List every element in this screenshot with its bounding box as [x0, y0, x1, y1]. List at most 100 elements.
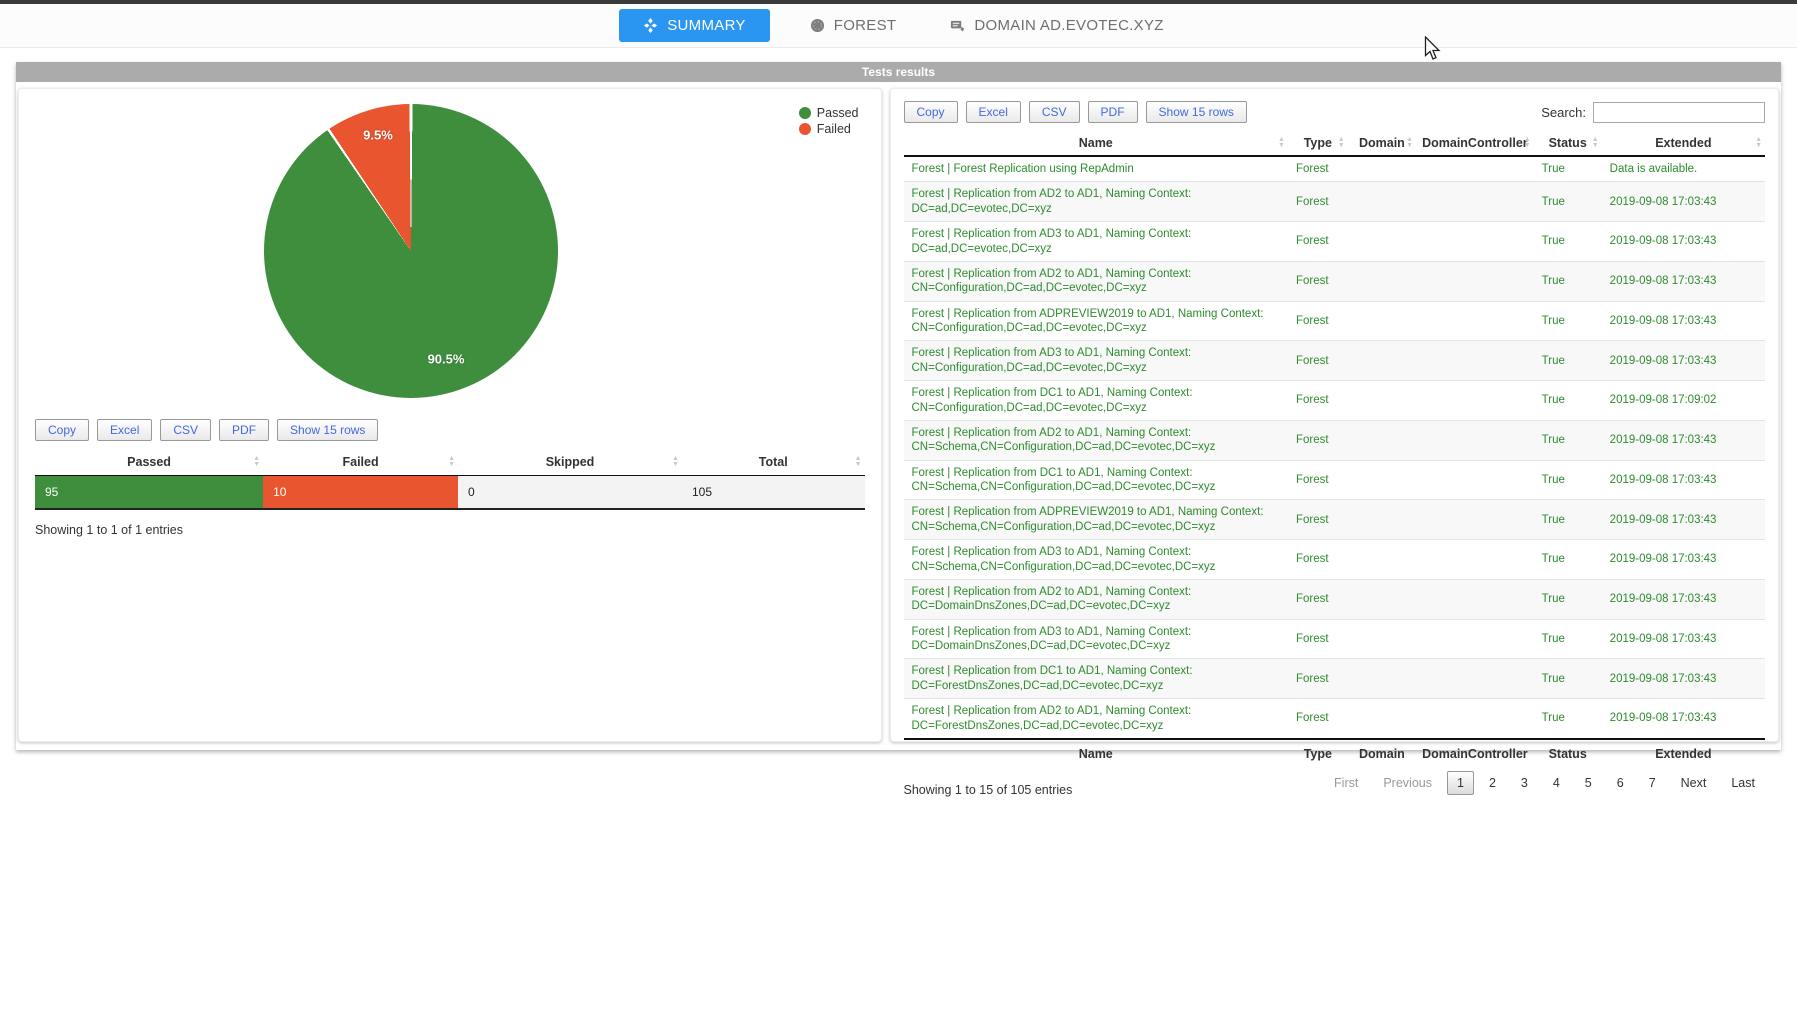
summary-table-row: 95100105 — [35, 476, 865, 510]
table-row: Forest | Replication from DC1 to AD1, Na… — [904, 381, 1766, 421]
copy-button[interactable]: Copy — [904, 101, 958, 123]
type-cell: Forest — [1288, 619, 1348, 659]
passed-count-cell: 95 — [35, 476, 263, 510]
status-cell: True — [1534, 460, 1602, 500]
column-header-extended[interactable]: Extended▲▼ — [1602, 131, 1765, 156]
domain-controller-cell — [1416, 699, 1534, 739]
summary-table-block: CopyExcelCSVPDFShow 15 rows Passed▲▼Fail… — [35, 419, 865, 537]
name-cell: Forest | Replication from DC1 to AD1, Na… — [904, 659, 1288, 699]
footer-header-extended: Extended — [1602, 739, 1765, 768]
copy-button[interactable]: Copy — [35, 419, 89, 441]
table-row: Forest | Replication from AD3 to AD1, Na… — [904, 540, 1766, 580]
column-header-type[interactable]: Type▲▼ — [1288, 131, 1348, 156]
name-cell: Forest | Replication from DC1 to AD1, Na… — [904, 460, 1288, 500]
column-header-status[interactable]: Status▲▼ — [1534, 131, 1602, 156]
footer-header-domaincontroller: DomainController — [1416, 739, 1534, 768]
pagination-next[interactable]: Next — [1671, 771, 1717, 795]
pie-slice-label-failed: 9.5% — [363, 128, 393, 143]
pagination-page-6[interactable]: 6 — [1607, 771, 1634, 795]
name-cell: Forest | Replication from AD3 to AD1, Na… — [904, 619, 1288, 659]
sort-desc-icon: ▼ — [1524, 143, 1531, 149]
show-15-rows-button[interactable]: Show 15 rows — [1146, 101, 1247, 123]
extended-cell: 2019-09-08 17:03:43 — [1602, 341, 1765, 381]
column-header-label: Skipped — [546, 455, 595, 469]
tab-summary[interactable]: SUMMARY — [619, 9, 770, 42]
pagination-page-3[interactable]: 3 — [1511, 771, 1538, 795]
domain-cell — [1348, 182, 1416, 222]
column-header-total[interactable]: Total▲▼ — [682, 449, 865, 476]
results-table: Name▲▼Type▲▼Domain▲▼DomainController▲▼St… — [904, 131, 1766, 768]
excel-button[interactable]: Excel — [97, 419, 152, 441]
pdf-button[interactable]: PDF — [219, 419, 269, 441]
status-cell: True — [1534, 579, 1602, 619]
sort-arrows-icon: ▲▼ — [253, 456, 260, 468]
extended-cell: Data is available. — [1602, 156, 1765, 182]
sort-arrows-icon: ▲▼ — [855, 456, 862, 468]
summary-panel: PassedFailed 9.5% 90.5% CopyExcelCSVPDFS… — [18, 88, 882, 742]
pagination-page-1[interactable]: 1 — [1447, 771, 1474, 795]
pagination-page-7[interactable]: 7 — [1639, 771, 1666, 795]
type-cell: Forest — [1288, 659, 1348, 699]
domain-controller-cell — [1416, 182, 1534, 222]
tab-bar: SUMMARY FOREST DOMAIN AD.EVOTEC.XYZ — [619, 9, 1178, 42]
column-header-skipped[interactable]: Skipped▲▼ — [458, 449, 682, 476]
name-cell: Forest | Replication from AD2 to AD1, Na… — [904, 261, 1288, 301]
status-cell: True — [1534, 540, 1602, 580]
csv-button[interactable]: CSV — [160, 419, 211, 441]
tab-domain-ad-evotec-xyz[interactable]: DOMAIN AD.EVOTEC.XYZ — [936, 9, 1177, 42]
column-header-label: Failed — [343, 455, 379, 469]
excel-button[interactable]: Excel — [966, 101, 1021, 123]
domain-controller-cell — [1416, 381, 1534, 421]
column-header-label: Status — [1549, 136, 1587, 150]
column-header-domaincontroller[interactable]: DomainController▲▼ — [1416, 131, 1534, 156]
domain-cell — [1348, 420, 1416, 460]
pagination-previous[interactable]: Previous — [1373, 771, 1442, 795]
extended-cell: 2019-09-08 17:03:43 — [1602, 659, 1765, 699]
type-cell: Forest — [1288, 301, 1348, 341]
type-cell: Forest — [1288, 420, 1348, 460]
pagination-last[interactable]: Last — [1721, 771, 1765, 795]
pdf-button[interactable]: PDF — [1088, 101, 1138, 123]
column-header-domain[interactable]: Domain▲▼ — [1348, 131, 1416, 156]
pagination-page-4[interactable]: 4 — [1543, 771, 1570, 795]
table-row: Forest | Replication from AD2 to AD1, Na… — [904, 579, 1766, 619]
results-panel: Copy Excel CSV PDF Show 15 rows Search: Name… — [890, 88, 1780, 742]
domain-controller-cell — [1416, 619, 1534, 659]
status-cell: True — [1534, 301, 1602, 341]
status-cell: True — [1534, 341, 1602, 381]
table-row: Forest | Replication from AD2 to AD1, Na… — [904, 182, 1766, 222]
column-header-label: Name — [1079, 136, 1113, 150]
show-15-rows-button[interactable]: Show 15 rows — [277, 419, 378, 441]
legend-dot-icon — [799, 107, 811, 119]
name-cell: Forest | Replication from DC1 to AD1, Na… — [904, 381, 1288, 421]
status-cell: True — [1534, 156, 1602, 182]
pagination-page-5[interactable]: 5 — [1575, 771, 1602, 795]
domain-controller-cell — [1416, 341, 1534, 381]
sort-arrows-icon: ▲▼ — [1338, 137, 1345, 149]
pagination-first[interactable]: First — [1324, 771, 1368, 795]
tab-forest[interactable]: FOREST — [796, 9, 911, 42]
column-header-failed[interactable]: Failed▲▼ — [263, 449, 458, 476]
type-cell: Forest — [1288, 699, 1348, 739]
tab-label: SUMMARY — [667, 17, 746, 34]
results-toolbar-row: Copy Excel CSV PDF Show 15 rows Search: — [904, 101, 1766, 123]
column-header-passed[interactable]: Passed▲▼ — [35, 449, 263, 476]
search-label: Search: — [1541, 105, 1586, 120]
search-input[interactable] — [1593, 102, 1765, 123]
domain-cell — [1348, 540, 1416, 580]
sort-arrows-icon: ▲▼ — [1755, 137, 1762, 149]
pagination-page-2[interactable]: 2 — [1479, 771, 1506, 795]
name-cell: Forest | Replication from ADPREVIEW2019 … — [904, 301, 1288, 341]
column-header-name[interactable]: Name▲▼ — [904, 131, 1288, 156]
total-count-cell: 105 — [682, 476, 865, 510]
table-row: Forest | Forest Replication using RepAdm… — [904, 156, 1766, 182]
summary-table: Passed▲▼Failed▲▼Skipped▲▼Total▲▼ 9510010… — [35, 449, 865, 510]
summary-toolbar: Copy Excel CSV PDF Show 15 rows — [35, 419, 865, 441]
type-cell: Forest — [1288, 500, 1348, 540]
domain-cell — [1348, 261, 1416, 301]
legend-dot-icon — [799, 123, 811, 135]
csv-button[interactable]: CSV — [1029, 101, 1080, 123]
domain-cell — [1348, 381, 1416, 421]
top-navigation: SUMMARY FOREST DOMAIN AD.EVOTEC.XYZ — [0, 4, 1797, 48]
domain-cell — [1348, 659, 1416, 699]
